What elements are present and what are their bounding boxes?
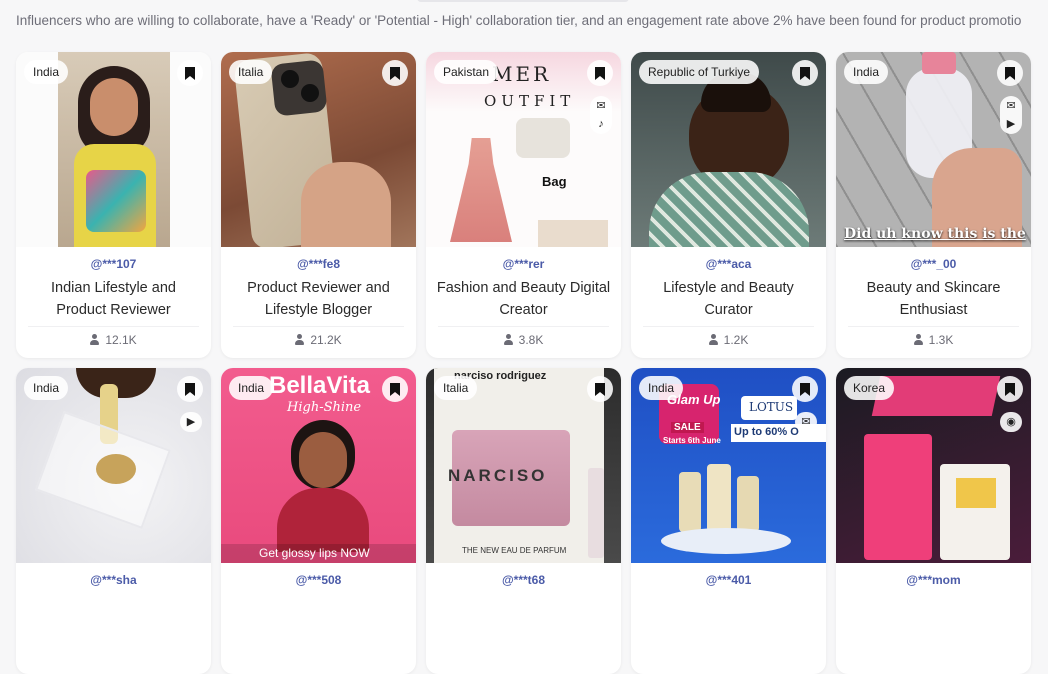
influencer-card[interactable]: Did uh know this is the India ✉ ▶ @***_0… xyxy=(836,52,1031,358)
top-bar: Influencers who are willing to collabora… xyxy=(0,0,1048,42)
person-icon xyxy=(503,334,513,345)
bookmark-icon[interactable] xyxy=(382,376,408,402)
thumbnail-caption: BellaVita xyxy=(269,372,370,399)
bookmark-icon[interactable] xyxy=(587,376,613,402)
thumbnail-caption: Bag xyxy=(542,174,567,189)
bookmark-icon[interactable] xyxy=(792,376,818,402)
influencer-handle[interactable]: @***fe8 xyxy=(221,257,416,271)
bookmark-icon[interactable] xyxy=(997,60,1023,86)
bookmark-icon[interactable] xyxy=(382,60,408,86)
bookmark-icon[interactable] xyxy=(177,60,203,86)
person-icon xyxy=(295,334,305,345)
country-badge: India xyxy=(229,376,274,400)
country-badge: India xyxy=(844,60,889,84)
results-summary: Influencers who are willing to collabora… xyxy=(16,13,1022,28)
youtube-icon[interactable]: ▶ xyxy=(1007,118,1015,130)
country-badge: India xyxy=(639,376,684,400)
youtube-icon[interactable]: ▶ xyxy=(187,416,195,428)
follower-count-value: 1.2K xyxy=(723,333,749,347)
thumbnail-caption: SALE xyxy=(671,422,704,433)
bookmark-icon[interactable] xyxy=(177,376,203,402)
influencer-card[interactable]: Italia @***fe8 Product Reviewer and Life… xyxy=(221,52,416,358)
follower-count: 1.2K xyxy=(631,333,826,347)
country-badge: Italia xyxy=(229,60,273,84)
influencer-handle[interactable]: @***107 xyxy=(16,257,211,271)
divider xyxy=(643,326,814,327)
thumbnail-caption: High-Shine xyxy=(287,400,362,415)
social-icons: ✉ xyxy=(795,412,817,432)
influencer-handle[interactable]: @***rer xyxy=(426,257,621,271)
influencer-handle[interactable]: @***aca xyxy=(631,257,826,271)
follower-count: 21.2K xyxy=(221,333,416,347)
thumbnail-caption: Up to 60% O xyxy=(734,426,799,438)
influencer-handle[interactable]: @***sha xyxy=(16,573,211,587)
divider xyxy=(28,326,199,327)
sponsored-icon[interactable]: ◉ xyxy=(1006,416,1016,428)
thumbnail-caption: LOTUS xyxy=(749,400,794,414)
influencer-handle[interactable]: @***mom xyxy=(836,573,1031,587)
tiktok-icon[interactable]: ♪ xyxy=(598,118,604,130)
person-icon xyxy=(708,334,718,345)
influencer-card[interactable]: narciso rodriguez NARCISO THE NEW EAU DE… xyxy=(426,368,621,674)
influencer-title: Indian Lifestyle and Product Reviewer xyxy=(51,280,176,318)
country-badge: Republic of Turkiye xyxy=(639,60,760,84)
divider xyxy=(438,326,609,327)
social-icons: ✉ ▶ xyxy=(1000,96,1022,134)
person-icon xyxy=(90,334,100,345)
country-badge: Italia xyxy=(434,376,478,400)
influencer-title: Beauty and Skincare Enthusiast xyxy=(866,280,1001,318)
social-icons: ✉ ♪ xyxy=(590,96,612,134)
influencer-grid: India @***107 Indian Lifestyle and Produ… xyxy=(16,52,1031,674)
thumbnail-caption: MER xyxy=(492,62,552,86)
mail-icon[interactable]: ✉ xyxy=(1006,100,1015,112)
follower-count: 12.1K xyxy=(16,333,211,347)
follower-count: 3.8K xyxy=(426,333,621,347)
thumbnail-caption: OUTFIT xyxy=(484,92,576,110)
bookmark-icon[interactable] xyxy=(587,60,613,86)
influencer-title: Lifestyle and Beauty Curator xyxy=(663,280,794,318)
influencer-card[interactable]: BellaVita High-Shine Get glossy lips NOW… xyxy=(221,368,416,674)
influencer-title: Fashion and Beauty Digital Creator xyxy=(436,280,611,318)
country-badge: India xyxy=(24,60,69,84)
thumbnail-caption: Get glossy lips NOW xyxy=(259,546,370,560)
follower-count-value: 21.2K xyxy=(310,333,342,347)
influencer-handle[interactable]: @***508 xyxy=(221,573,416,587)
influencer-handle[interactable]: @***_00 xyxy=(836,257,1031,271)
follower-count-value: 12.1K xyxy=(105,333,137,347)
social-icons: ◉ xyxy=(1000,412,1022,432)
follower-count-value: 3.8K xyxy=(518,333,544,347)
influencer-handle[interactable]: @***401 xyxy=(631,573,826,587)
divider xyxy=(233,326,404,327)
mail-icon[interactable]: ✉ xyxy=(596,100,605,112)
influencer-card[interactable]: Glam Up SALE Starts 6th June LOTUS Up to… xyxy=(631,368,826,674)
thumbnail-caption: THE NEW EAU DE PARFUM xyxy=(462,546,567,555)
country-badge: Korea xyxy=(844,376,895,400)
social-icons: ▶ xyxy=(180,412,202,432)
influencer-card[interactable]: MER OUTFIT Bag Pakistan ✉ ♪ @***rer Fash… xyxy=(426,52,621,358)
person-icon xyxy=(913,334,923,345)
country-badge: India xyxy=(24,376,69,400)
divider xyxy=(848,326,1019,327)
influencer-title: Product Reviewer and Lifestyle Blogger xyxy=(247,280,390,318)
thumbnail-caption: NARCISO xyxy=(448,466,548,485)
influencer-card[interactable]: Republic of Turkiye @***aca Lifestyle an… xyxy=(631,52,826,358)
influencer-card[interactable]: Korea ◉ @***mom xyxy=(836,368,1031,674)
country-badge: Pakistan xyxy=(434,60,499,84)
bookmark-icon[interactable] xyxy=(792,60,818,86)
follower-count: 1.3K xyxy=(836,333,1031,347)
bookmark-icon[interactable] xyxy=(997,376,1023,402)
influencer-handle[interactable]: @***t68 xyxy=(426,573,621,587)
thumbnail-caption: Starts 6th June xyxy=(663,436,721,445)
mail-icon[interactable]: ✉ xyxy=(801,416,810,428)
follower-count-value: 1.3K xyxy=(928,333,954,347)
influencer-card[interactable]: India @***107 Indian Lifestyle and Produ… xyxy=(16,52,211,358)
scroll-handle[interactable] xyxy=(417,0,629,2)
influencer-card[interactable]: India ▶ @***sha xyxy=(16,368,211,674)
thumbnail-caption: Did uh know this is the xyxy=(844,226,1026,242)
